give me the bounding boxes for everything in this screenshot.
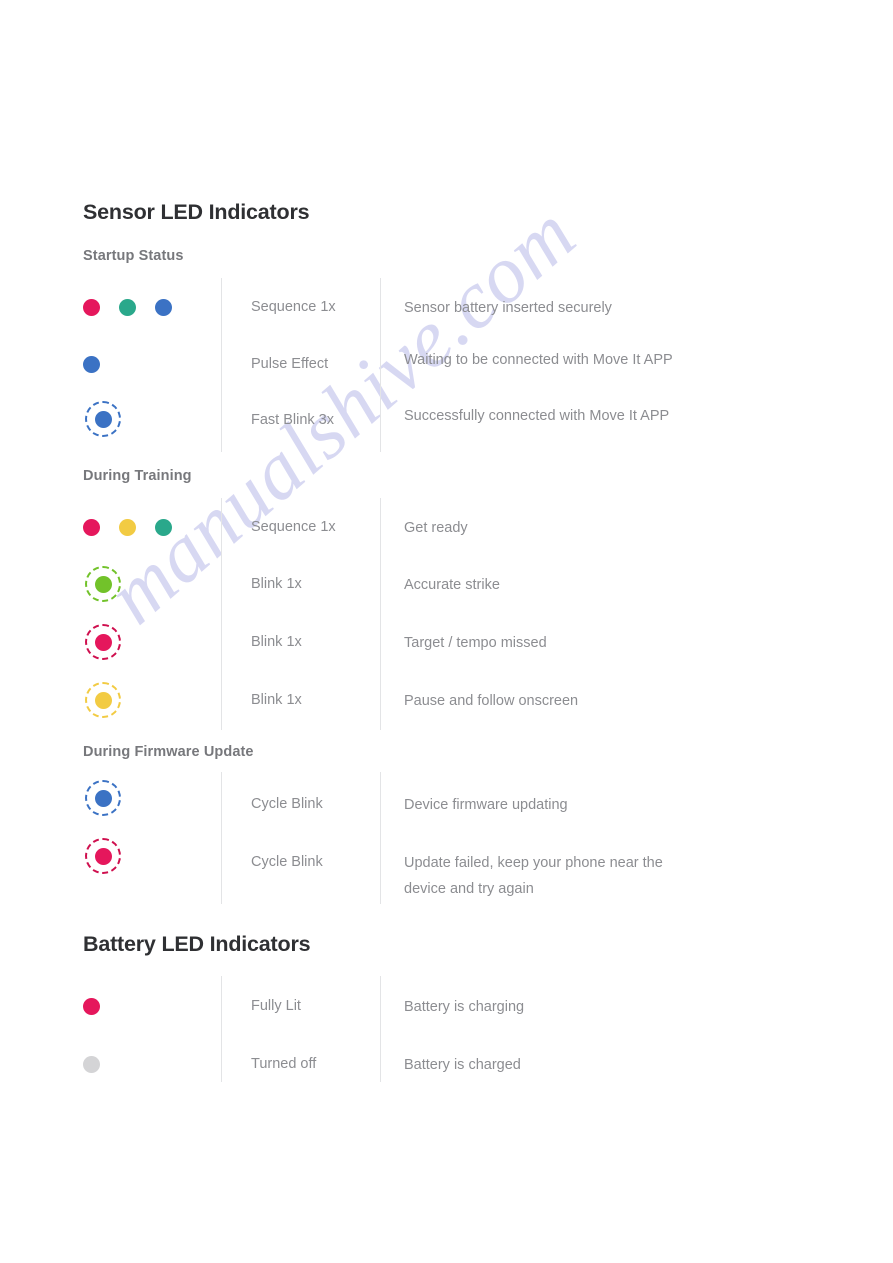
led-mode: Blink 1x [251,576,302,592]
table-firmware-update: Cycle Blink Device firmware updating Cyc… [83,772,683,904]
led-mode: Blink 1x [251,692,302,708]
led-mode: Sequence 1x [251,519,336,535]
led-mode: Sequence 1x [251,299,336,315]
led-mode: Turned off [251,1056,317,1072]
led-ring [83,622,123,662]
led-ring [83,564,123,604]
led-description: Successfully connected with Move It APP [404,408,670,424]
led-mode: Blink 1x [251,634,302,650]
led-dot [94,789,112,807]
table-battery: Fully Lit Battery is charging Turned off… [83,976,683,1082]
column-divider-2 [380,772,381,904]
column-divider-1 [221,772,222,904]
led-group [83,564,213,604]
led-ring [83,680,123,720]
led-description: Pause and follow onscreen [404,693,579,709]
led-mode: Cycle Blink [251,796,323,812]
led-group [83,399,213,439]
led-group [83,986,213,1026]
led-dot [94,633,112,651]
page-title-battery: Battery LED Indicators [83,932,311,956]
led-mode: Pulse Effect [251,356,329,372]
led-dot [83,298,100,316]
group-label-during-firmware-update: During Firmware Update [83,744,254,760]
led-group [83,287,213,327]
led-description: Accurate strike [404,577,500,593]
led-description: Battery is charging [404,999,525,1015]
column-divider-1 [221,498,222,730]
table-during-training: Sequence 1x Get ready Blink 1x Accurate … [83,498,683,730]
led-dot [119,518,136,536]
led-ring [83,399,123,439]
led-ring [83,836,123,876]
led-dot [155,298,172,316]
led-dot [155,518,172,536]
page-title-sensor: Sensor LED Indicators [83,200,310,224]
document-page: Sensor LED Indicators Startup Status Seq… [0,0,893,1263]
led-description: Sensor battery inserted securely [404,300,612,316]
led-dot [83,355,100,373]
column-divider-2 [380,278,381,452]
led-group [83,1044,213,1084]
group-label-startup-status: Startup Status [83,248,184,264]
led-group [83,507,213,547]
led-description: Waiting to be connected with Move It APP [404,352,673,368]
column-divider-2 [380,498,381,730]
led-dot [119,298,136,316]
led-description: Target / tempo missed [404,635,547,651]
led-group [83,622,213,662]
led-mode: Cycle Blink [251,854,323,870]
led-description: Update failed, keep your phone near the … [404,855,663,897]
led-dot [94,847,112,865]
column-divider-1 [221,976,222,1082]
group-label-during-training: During Training [83,468,192,484]
led-mode: Fast Blink 3x [251,412,334,428]
led-group [83,778,213,818]
led-dot [94,410,112,428]
led-mode: Fully Lit [251,998,301,1014]
led-dot [83,997,100,1015]
table-startup-status: Sequence 1x Sensor battery inserted secu… [83,278,683,452]
column-divider-2 [380,976,381,1082]
led-description: Get ready [404,520,468,536]
led-group [83,836,213,876]
led-dot [94,691,112,709]
led-group [83,344,213,384]
led-description: Device firmware updating [404,797,568,813]
led-dot [83,518,100,536]
led-group [83,680,213,720]
led-ring [83,778,123,818]
column-divider-1 [221,278,222,452]
led-description: Battery is charged [404,1057,521,1073]
led-dot [83,1055,100,1073]
led-dot [94,575,112,593]
